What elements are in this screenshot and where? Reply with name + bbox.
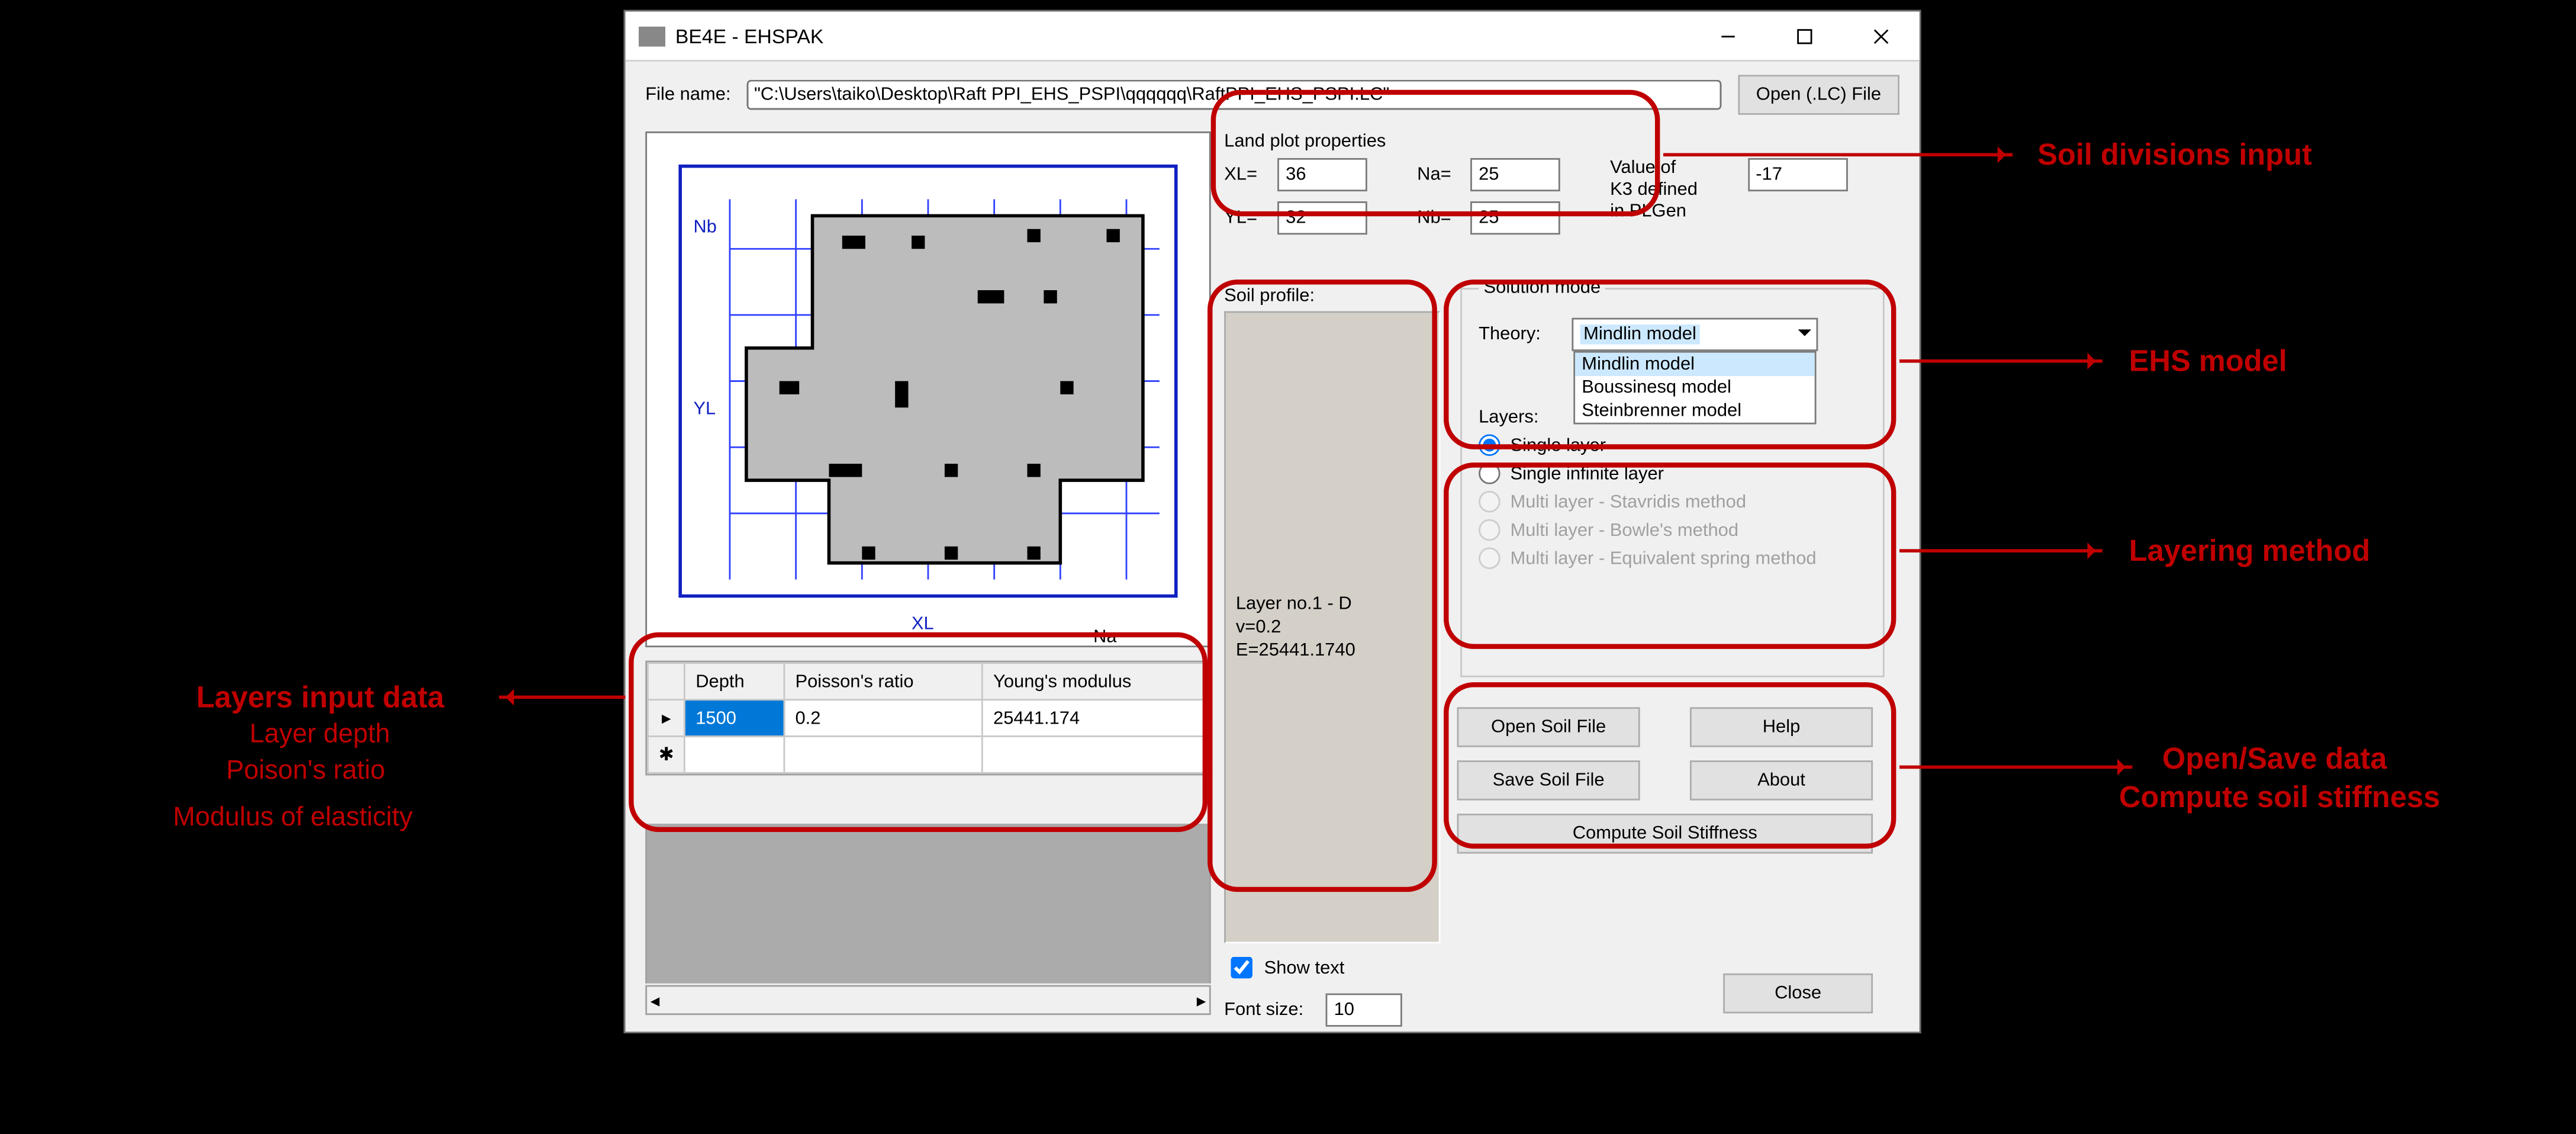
arrow-layering (1899, 549, 2102, 552)
help-button[interactable]: Help (1690, 707, 1873, 747)
anno-ehs: EHS model (2129, 343, 2287, 380)
anno-layering: Layering method (2129, 532, 2371, 570)
compute-stiffness-button[interactable]: Compute Soil Stiffness (1457, 814, 1873, 853)
arrow-opensave (1899, 766, 2132, 769)
grid-scrollbar[interactable]: ◂ ▸ (645, 985, 1210, 1016)
radio-single-infinite[interactable]: Single infinite layer (1479, 462, 1866, 484)
show-text-checkbox[interactable]: Show text (1224, 952, 1402, 983)
show-text-checkbox-input[interactable] (1231, 957, 1252, 979)
radio-bowle: Multi layer - Bowle's method (1479, 519, 1866, 541)
anno-layers-l3: Modulus of elasticity (173, 802, 413, 835)
yl-label-text: YL= (1224, 208, 1267, 228)
cell-poisson[interactable]: 0.2 (784, 700, 983, 737)
nb-input[interactable] (1470, 201, 1560, 234)
solution-mode-title: Solution mode (1479, 278, 1605, 298)
theory-label: Theory: (1479, 325, 1562, 345)
grid-corner (648, 663, 684, 700)
row-indicator: ▸ (648, 700, 684, 737)
radio-single-layer-input[interactable] (1479, 434, 1500, 456)
font-size-input[interactable] (1326, 994, 1402, 1027)
arrow-ehs (1899, 359, 2102, 363)
close-window-button[interactable] (1843, 11, 1919, 60)
grid-empty-area (645, 824, 1210, 984)
anno-layers-l1: Layer depth (250, 719, 390, 752)
na-label: Na (1093, 626, 1117, 646)
minimize-button[interactable] (1690, 11, 1766, 60)
table-row[interactable]: ▸ 1500 0.2 25441.174 (648, 700, 1208, 737)
scroll-right-icon[interactable]: ▸ (1197, 990, 1206, 1011)
cell-young[interactable]: 25441.174 (983, 700, 1209, 737)
anno-opensave1: Open/Save data (2162, 740, 2387, 778)
layers-grid[interactable]: Depth Poisson's ratio Young's modulus ▸ … (645, 661, 1210, 776)
save-soil-button[interactable]: Save Soil File (1457, 760, 1640, 800)
scroll-left-icon[interactable]: ◂ (651, 990, 660, 1011)
theory-option-boussinesq[interactable]: Boussinesq model (1575, 376, 1815, 399)
new-row-indicator: ✱ (648, 736, 684, 773)
profile-line1: Layer no.1 - D (1236, 592, 1352, 615)
profile-line2: v=0.2 (1236, 615, 1281, 639)
na-input[interactable] (1470, 158, 1560, 191)
app-icon (639, 26, 665, 46)
theory-option-steinbrenner[interactable]: Steinbrenner model (1575, 399, 1815, 422)
maximize-button[interactable] (1766, 11, 1843, 60)
about-button[interactable]: About (1690, 760, 1873, 800)
col-depth[interactable]: Depth (685, 663, 784, 700)
font-size-label: Font size: (1224, 1000, 1316, 1020)
soil-profile-box: Layer no.1 - D v=0.2 E=25441.1740 (1224, 311, 1440, 943)
open-lc-button[interactable]: Open (.LC) File (1738, 75, 1899, 114)
theory-option-mindlin[interactable]: Mindlin model (1575, 353, 1815, 376)
titlebar: BE4E - EHSPAK (626, 12, 1920, 62)
xl-label-text: XL= (1224, 165, 1267, 185)
file-name-label: File name: (645, 85, 730, 105)
file-name-input[interactable] (748, 80, 1721, 110)
window-title: BE4E - EHSPAK (675, 24, 1690, 47)
na-label-text: Na= (1417, 165, 1460, 185)
yl-input[interactable] (1277, 201, 1367, 234)
theory-selected: Mindlin model (1580, 325, 1700, 345)
plan-preview: Nb YL XL Na (645, 131, 1210, 647)
radio-bowle-input (1479, 519, 1500, 541)
cell-depth[interactable]: 1500 (685, 700, 784, 737)
radio-stavridis: Multi layer - Stavridis method (1479, 491, 1866, 513)
anno-soil-div: Soil divisions input (2037, 136, 2312, 174)
table-new-row[interactable]: ✱ (648, 736, 1208, 773)
radio-single-infinite-input[interactable] (1479, 462, 1500, 484)
radio-equiv-spring-input (1479, 547, 1500, 569)
arrow-layers-input (499, 696, 626, 699)
theory-option-list: Mindlin model Boussinesq model Steinbren… (1573, 351, 1816, 425)
k3-input[interactable] (1747, 158, 1847, 191)
open-soil-button[interactable]: Open Soil File (1457, 707, 1640, 747)
radio-single-layer[interactable]: Single layer (1479, 434, 1866, 456)
k3-label-1: Value of (1610, 158, 1676, 178)
k3-label-2: K3 defined (1610, 180, 1698, 200)
radio-equiv-spring: Multi layer - Equivalent spring method (1479, 547, 1866, 569)
nb-label: Nb (694, 216, 717, 236)
theory-dropdown[interactable]: Mindlin model Mindlin model Boussinesq m… (1572, 318, 1818, 351)
xl-label: XL (912, 612, 934, 633)
col-young[interactable]: Young's modulus (983, 663, 1209, 700)
nb-label-text: Nb= (1417, 208, 1460, 228)
xl-input[interactable] (1277, 158, 1367, 191)
app-window: BE4E - EHSPAK File name: Open (.LC) File… (624, 10, 1921, 1033)
profile-line3: E=25441.1740 (1236, 639, 1355, 663)
soil-profile-label: Soil profile: (1224, 286, 1315, 306)
radio-stavridis-input (1479, 491, 1500, 513)
anno-opensave2: Compute soil stiffness (2119, 779, 2440, 816)
anno-layers-title: Layers input data (197, 679, 445, 716)
close-button[interactable]: Close (1723, 974, 1873, 1013)
col-poisson[interactable]: Poisson's ratio (784, 663, 983, 700)
landplot-title: Land plot properties (1224, 131, 1889, 152)
yl-label: YL (694, 397, 716, 418)
anno-layers-l2: Poison's ratio (226, 756, 385, 789)
k3-label-3: in PLGen (1610, 202, 1686, 222)
